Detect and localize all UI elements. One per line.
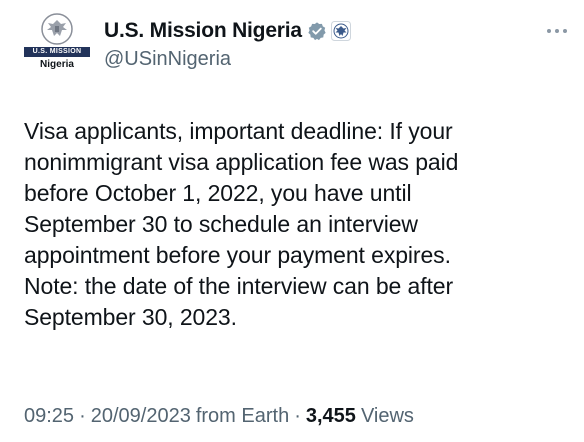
more-options-icon bbox=[563, 29, 567, 33]
government-seal-icon[interactable] bbox=[330, 21, 351, 41]
avatar-band-label: U.S. MISSION bbox=[24, 47, 90, 57]
tweet-text-line: appointment before your payment expires. bbox=[24, 242, 451, 268]
tweet-text-line: Note: the date of the interview can be a… bbox=[24, 273, 454, 299]
avatar[interactable]: U.S. MISSION Nigeria bbox=[24, 12, 90, 74]
display-name[interactable]: U.S. Mission Nigeria bbox=[104, 19, 302, 43]
tweet-text-line: September 30 to schedule an interview bbox=[24, 211, 418, 237]
tweet-text-line: nonimmigrant visa application fee was pa… bbox=[24, 149, 459, 175]
more-options-icon bbox=[547, 29, 551, 33]
views-count[interactable]: 3,455 bbox=[306, 405, 356, 428]
more-options-button[interactable] bbox=[540, 18, 574, 44]
tweet-text-line: September 30, 2023. bbox=[24, 304, 237, 330]
tweet-time[interactable]: 09:25 bbox=[24, 405, 74, 428]
verified-badge-icon[interactable] bbox=[307, 21, 327, 41]
account-handle[interactable]: @USinNigeria bbox=[104, 46, 231, 72]
views-label: Views bbox=[360, 404, 414, 427]
meta-separator: · bbox=[294, 404, 301, 427]
avatar-sub-label: Nigeria bbox=[40, 59, 74, 70]
tweet-date[interactable]: 20/09/2023 bbox=[91, 405, 191, 428]
tweet-text: Visa applicants, important deadline: If … bbox=[24, 116, 564, 333]
more-options-icon bbox=[555, 29, 559, 33]
tweet-text-line: Visa applicants, important deadline: If … bbox=[24, 118, 453, 144]
account-name-row: U.S. Mission Nigeria bbox=[104, 17, 351, 45]
tweet-source: from Earth bbox=[195, 404, 290, 427]
tweet-meta: 09:25 · 20/09/2023 from Earth · 3,455 Vi… bbox=[24, 402, 414, 430]
meta-separator: · bbox=[79, 404, 86, 427]
eagle-seal-icon bbox=[41, 13, 73, 45]
tweet-text-line: before October 1, 2022, you have until bbox=[24, 180, 412, 206]
